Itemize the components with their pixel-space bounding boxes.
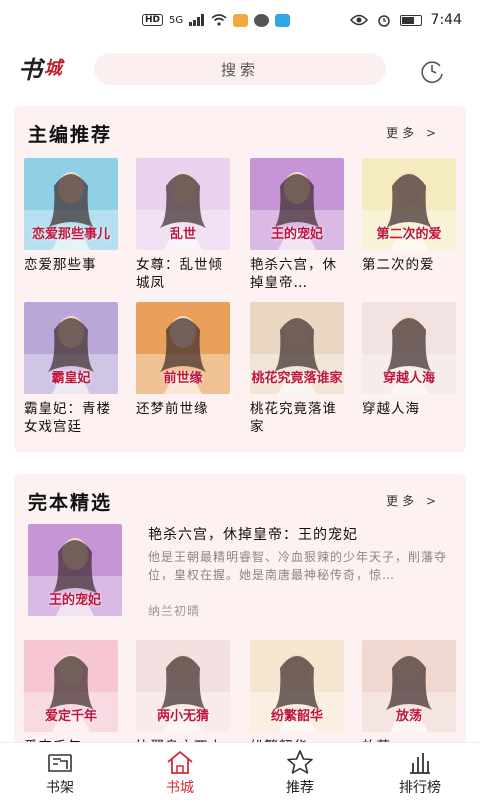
cover-title: 恋爱那些事儿: [31, 227, 110, 242]
book-cover[interactable]: 两小无猜: [136, 640, 230, 732]
tab-recommend[interactable]: 推荐: [240, 743, 360, 800]
status-icons-right: 7:44: [349, 12, 462, 28]
featured-book[interactable]: 王的宠妃 艳杀六宫，休掉皇帝：王的宠妃 他是王朝最精明睿智、冷血狠辣的少年天子，…: [28, 524, 458, 622]
book-card[interactable]: 桃花究竟落谁家 桃花究竟落谁家: [250, 302, 344, 436]
book-card[interactable]: 爱定千年爱定千年: [24, 640, 118, 756]
book-card[interactable]: 两小无猜比翼鸟之两小无猜: [136, 640, 230, 756]
svg-text:书: 书: [18, 55, 46, 84]
book-cover[interactable]: 放荡: [362, 640, 456, 732]
signal-icon: [189, 14, 205, 26]
network-type: HD: [142, 14, 164, 26]
tab-label: 书城: [166, 780, 194, 796]
search-input[interactable]: 搜索: [94, 53, 386, 85]
book-cover[interactable]: 纷繁韶华: [250, 640, 344, 732]
signal-label: 5G: [169, 14, 184, 26]
svg-text:城: 城: [44, 58, 65, 79]
editor-picks-section: 主编推荐 更多 > 恋爱那些事儿 恋爱那些事 乱世 女尊：乱世倾城凤 王的宠妃 艳杀六宫，…: [14, 106, 466, 452]
tab-label: 推荐: [286, 780, 314, 796]
book-card[interactable]: 穿越人海 穿越人海: [362, 302, 456, 436]
book-title[interactable]: 艳杀六宫，休掉皇帝…: [250, 256, 344, 292]
book-title[interactable]: 女尊：乱世倾城凤: [136, 256, 230, 292]
book-title[interactable]: 恋爱那些事: [24, 256, 118, 292]
clock-time: 7:44: [430, 12, 462, 28]
bottom-tab-bar: 书架 书城 推荐 排行榜: [0, 742, 480, 800]
wifi-icon: [211, 14, 227, 26]
bookshelf-icon: [48, 754, 72, 772]
book-cover[interactable]: 穿越人海: [362, 302, 456, 394]
cover-title: 爱定千年: [44, 709, 97, 724]
status-bar: HD 5G 7:44: [0, 0, 480, 40]
eye-icon: [349, 14, 368, 26]
cover-title: 放荡: [395, 709, 422, 724]
book-title[interactable]: 穿越人海: [362, 400, 456, 436]
cover-title: 前世缘: [163, 371, 203, 386]
more-link[interactable]: 更多 >: [386, 492, 440, 509]
history-icon[interactable]: [418, 57, 446, 85]
book-card[interactable]: 霸皇妃霸皇妃：青楼女戏宫廷: [24, 302, 118, 436]
section-title: 主编推荐: [28, 124, 113, 146]
featured-author: 纳兰初晴: [148, 604, 201, 618]
book-card[interactable]: 恋爱那些事儿恋爱那些事: [24, 158, 118, 292]
book-cover[interactable]: 霸皇妃: [24, 302, 118, 394]
cover-title: 王的宠妃: [270, 227, 323, 242]
book-cover[interactable]: 王的宠妃: [28, 524, 122, 616]
book-card[interactable]: 第二次的爱 第二次的爱: [362, 158, 456, 292]
featured-title[interactable]: 艳杀六宫，休掉皇帝：王的宠妃: [148, 524, 358, 544]
book-card[interactable]: 乱世女尊：乱世倾城凤: [136, 158, 230, 292]
finished-picks-section: 完本精选 更多 > 王的宠妃 艳杀六宫，休掉皇帝：王的宠妃 他是王朝最精明睿智、…: [14, 474, 466, 756]
chat-app-icon: [254, 13, 270, 27]
ranking-icon: [410, 753, 430, 774]
book-title[interactable]: 桃花究竟落谁家: [250, 400, 344, 436]
tab-label: 排行榜: [399, 780, 441, 796]
book-cover[interactable]: 第二次的爱: [362, 158, 456, 250]
app-header: 书 城 搜索: [0, 48, 480, 92]
book-cover[interactable]: 爱定千年: [24, 640, 118, 732]
alarm-icon: [377, 15, 390, 27]
cover-title: 纷繁韶华: [270, 709, 323, 724]
cover-title: 乱世: [169, 227, 196, 242]
book-cover[interactable]: 恋爱那些事儿: [24, 158, 118, 250]
cover-title: 桃花究竟落谁家: [251, 371, 343, 386]
book-title[interactable]: 第二次的爱: [362, 256, 456, 292]
browser-app-icon: [275, 13, 291, 27]
book-cover[interactable]: 桃花究竟落谁家: [250, 302, 344, 394]
tab-ranking[interactable]: 排行榜: [360, 743, 480, 800]
book-card[interactable]: 王的宠妃艳杀六宫，休掉皇帝…: [250, 158, 344, 292]
book-cover[interactable]: 乱世: [136, 158, 230, 250]
cover-title: 王的宠妃: [48, 593, 101, 608]
book-title[interactable]: 霸皇妃：青楼女戏宫廷: [24, 400, 118, 436]
battery-icon: [399, 14, 422, 26]
status-icons-left: HD 5G: [142, 13, 291, 27]
book-card[interactable]: 放荡放荡: [362, 640, 456, 756]
tab-label: 书架: [46, 780, 74, 796]
book-card[interactable]: 纷繁韶华纷繁韶华: [250, 640, 344, 756]
book-title[interactable]: 还梦前世缘: [136, 400, 230, 436]
book-card[interactable]: 前世缘 还梦前世缘: [136, 302, 230, 436]
star-icon: [287, 750, 313, 774]
bookstore-logo: 书 城: [18, 55, 65, 84]
more-link[interactable]: 更多 >: [386, 124, 440, 141]
tab-bookshelf[interactable]: 书架: [0, 743, 120, 800]
section-title: 完本精选: [28, 492, 113, 514]
mail-app-icon: [233, 13, 249, 27]
home-icon: [167, 750, 193, 774]
tab-bookstore[interactable]: 书城: [120, 743, 240, 800]
featured-description: 他是王朝最精明睿智、冷血狠辣的少年天子，削藩夺位，皇权在握。她是南唐最神秘传奇，…: [148, 550, 448, 582]
cover-title: 穿越人海: [382, 371, 435, 386]
cover-title: 霸皇妃: [51, 371, 91, 386]
cover-title: 第二次的爱: [376, 227, 442, 242]
book-cover[interactable]: 前世缘: [136, 302, 230, 394]
book-cover[interactable]: 王的宠妃: [250, 158, 344, 250]
cover-title: 两小无猜: [156, 709, 209, 724]
